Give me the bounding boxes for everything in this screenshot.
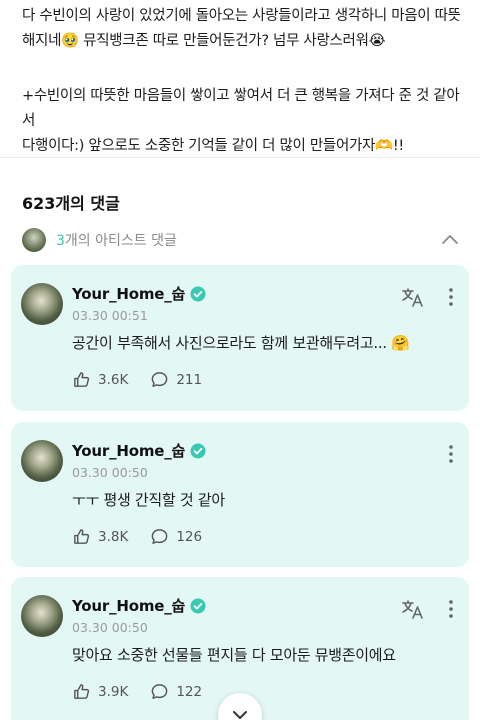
comment-icon[interactable]: [150, 527, 169, 546]
chevron-up-icon[interactable]: [440, 230, 460, 250]
like-count: 3.8K: [98, 528, 129, 545]
comment-author-row: Your_Home_숩: [72, 283, 206, 304]
like-count: 3.6K: [98, 371, 129, 388]
artist-comment-text: 개의 아티스트 댓글: [64, 233, 177, 249]
more-vertical-icon[interactable]: [447, 444, 455, 464]
comment-date: 03.30 00:50: [72, 620, 148, 635]
translate-icon[interactable]: [401, 286, 425, 308]
comment-author-row: Your_Home_숩: [72, 595, 206, 616]
avatar[interactable]: [21, 283, 63, 325]
comment-stats: 3.9K 122: [72, 682, 202, 701]
comment-count-heading: 623개의 댓글: [22, 194, 120, 213]
comment-text: 공간이 부족해서 사진으로라도 함께 보관해두려고... 🤗: [72, 334, 410, 352]
comment-date: 03.30 00:51: [72, 308, 148, 323]
avatar[interactable]: [21, 595, 63, 637]
reply-count: 211: [176, 371, 203, 388]
like-count: 3.9K: [98, 683, 129, 700]
artist-comments-toggle[interactable]: 3개의 아티스트 댓글: [22, 226, 462, 254]
comment-stats: 3.8K 126: [72, 527, 202, 546]
verified-badge-icon: [190, 598, 206, 613]
like-icon[interactable]: [72, 682, 91, 701]
post-line: +수빈이의 따뜻한 마음들이 쌓이고 쌓여서 더 큰 행복을 가져다 준 것 같…: [22, 88, 460, 129]
post-body: 다 수빈이의 사랑이 있었기에 돌아오는 사랑들이라고 생각하니 마음이 따뜻 …: [22, 4, 462, 159]
more-vertical-icon[interactable]: [447, 287, 455, 307]
comment-icon[interactable]: [150, 682, 169, 701]
more-vertical-icon[interactable]: [447, 599, 455, 619]
comment-icon[interactable]: [150, 370, 169, 389]
post-line: 다 수빈이의 사랑이 있었기에 돌아오는 사랑들이라고 생각하니 마음이 따뜻: [22, 8, 461, 24]
post-line: 해지네🥹 뮤직뱅크존 따로 만들어둔건가? 넘무 사랑스러워😭: [22, 33, 386, 49]
artist-avatar: [22, 228, 46, 252]
comment-author[interactable]: Your_Home_숩: [72, 595, 185, 616]
artist-comments-label: 3개의 아티스트 댓글: [56, 230, 177, 250]
chevron-down-icon: [233, 711, 247, 719]
comment-card: Your_Home_숩 03.30 00:50 ㅜㅜ 평생 간직할 것 같아 3…: [11, 422, 469, 567]
verified-badge-icon: [190, 443, 206, 458]
like-icon[interactable]: [72, 527, 91, 546]
section-divider: [0, 157, 480, 158]
artist-comment-count: 3: [56, 233, 65, 249]
reply-count: 126: [176, 528, 203, 545]
comment-card: Your_Home_숩 03.30 00:51 공간이 부족해서 사진으로라도 …: [11, 265, 469, 411]
comment-author[interactable]: Your_Home_숩: [72, 283, 185, 304]
translate-icon[interactable]: [401, 598, 425, 620]
comment-text: ㅜㅜ 평생 간직할 것 같아: [72, 491, 225, 509]
verified-badge-icon: [190, 286, 206, 301]
avatar[interactable]: [21, 440, 63, 482]
comment-date: 03.30 00:50: [72, 465, 148, 480]
comment-stats: 3.6K 211: [72, 370, 202, 389]
comment-text: 맞아요 소중한 선물들 편지들 다 모아둔 뮤뱅존이에요: [72, 646, 396, 664]
reply-count: 122: [176, 683, 203, 700]
post-line: 다행이다:) 앞으로도 소중한 기억들 같이 더 많이 만들어가자🫶!!: [22, 138, 404, 154]
comment-author[interactable]: Your_Home_숩: [72, 440, 185, 461]
comment-author-row: Your_Home_숩: [72, 440, 206, 461]
like-icon[interactable]: [72, 370, 91, 389]
